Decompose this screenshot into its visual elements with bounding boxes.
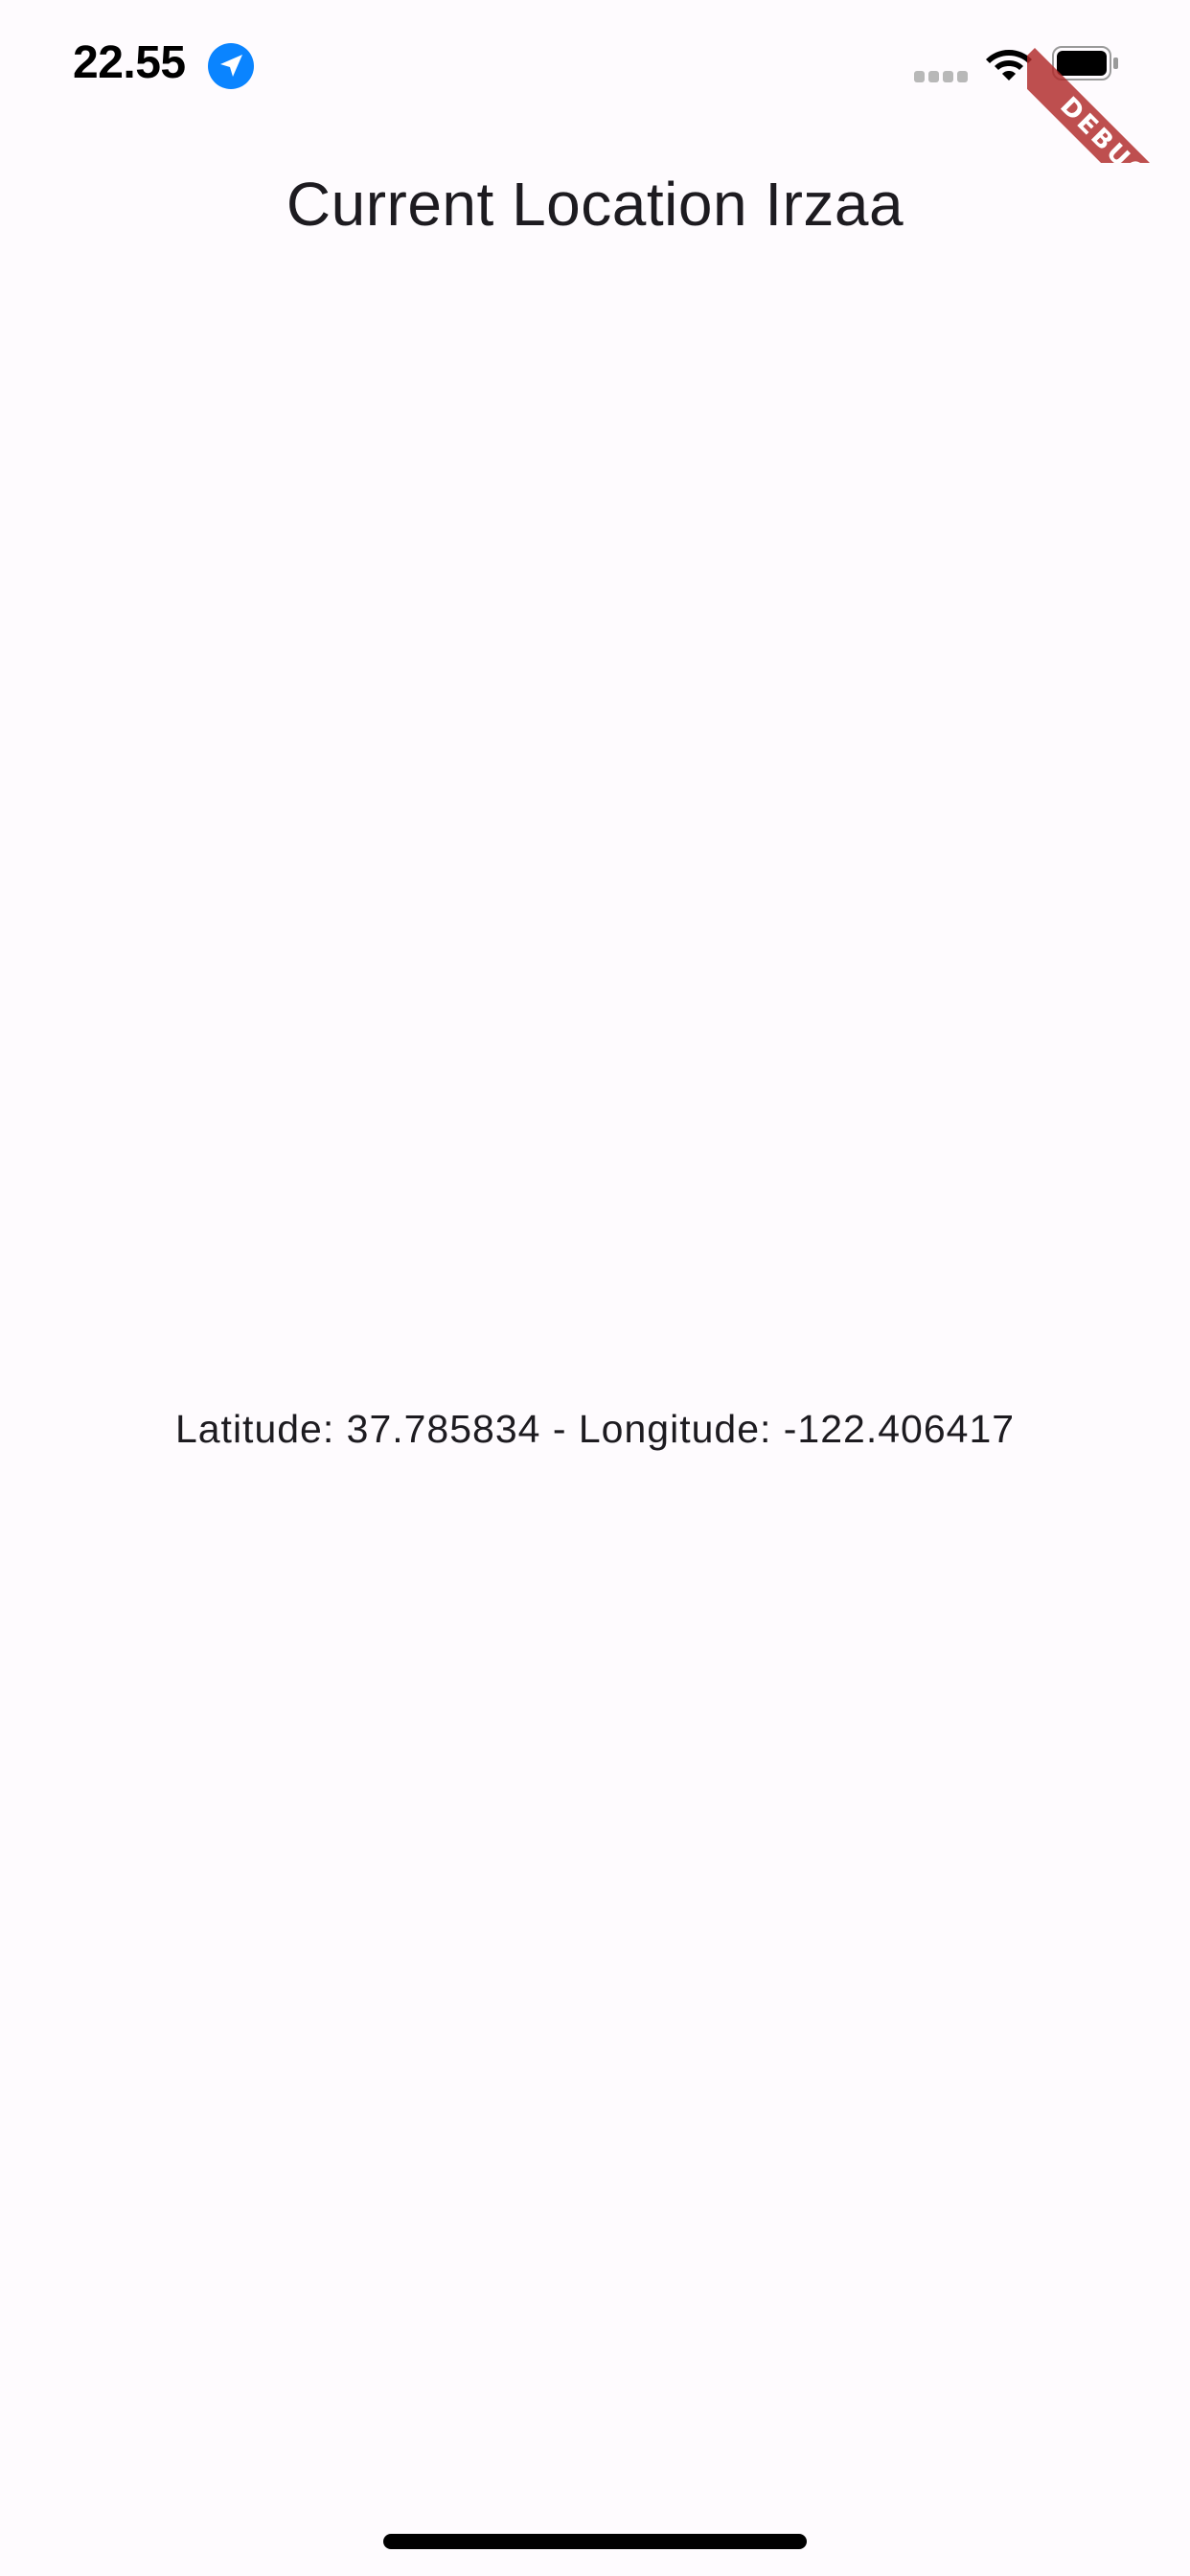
- home-indicator[interactable]: [383, 2534, 807, 2549]
- cellular-signal-icon: [914, 71, 968, 82]
- status-time: 22.55: [73, 37, 186, 88]
- page-title: Current Location Irzaa: [286, 170, 904, 239]
- location-arrow-icon: [208, 43, 254, 89]
- status-bar: 22.55: [0, 0, 1190, 132]
- app-bar: Current Location Irzaa: [0, 132, 1190, 282]
- coordinates-text: Latitude: 37.785834 - Longitude: -122.40…: [174, 1407, 1016, 1451]
- wifi-icon: [986, 50, 1032, 80]
